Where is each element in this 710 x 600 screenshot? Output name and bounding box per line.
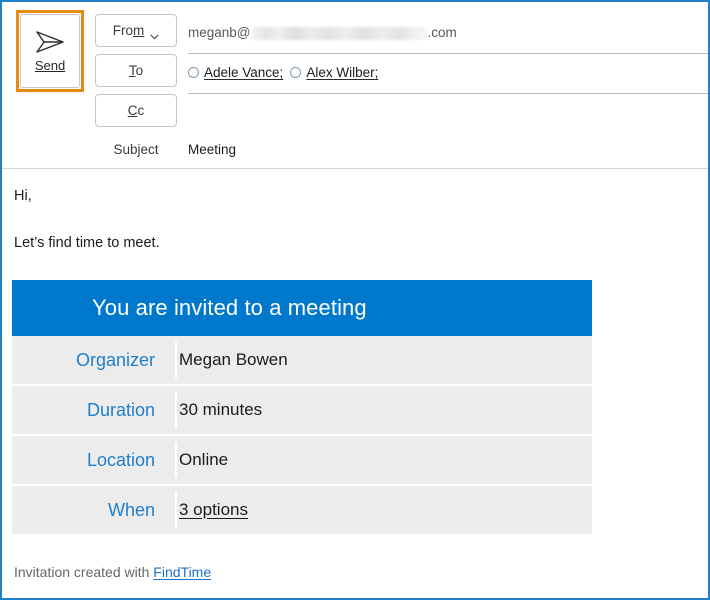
from-field[interactable]: meganb@ .com bbox=[188, 14, 708, 54]
body-intro-text: Let’s find time to meet. bbox=[14, 235, 160, 251]
row-value-organizer: Megan Bowen bbox=[179, 350, 288, 369]
subject-input[interactable]: Meeting bbox=[188, 142, 236, 157]
cc-button[interactable]: Cc bbox=[95, 94, 177, 127]
to-button-label: To bbox=[128, 63, 144, 78]
recipient-chip[interactable]: Adele Vance; bbox=[188, 65, 283, 80]
compose-header: Send From To Cc meganb@ .com Adele Vance… bbox=[2, 2, 708, 168]
send-button[interactable]: Send bbox=[20, 14, 80, 88]
body-greeting: Hi, bbox=[14, 188, 32, 204]
send-button-focus-ring: Send bbox=[16, 10, 84, 92]
to-field[interactable]: Adele Vance; Alex Wilber; bbox=[188, 54, 708, 94]
findtime-link[interactable]: FindTime bbox=[153, 564, 211, 580]
compose-window: Send From To Cc meganb@ .com Adele Vance… bbox=[0, 0, 710, 600]
invitation-details-table: Organizer Megan Bowen Duration 30 minute… bbox=[12, 336, 592, 534]
from-address-suffix: .com bbox=[427, 25, 457, 40]
table-row: Location Online bbox=[12, 436, 592, 486]
column-divider bbox=[175, 342, 177, 378]
recipient-field-buttons: From To Cc bbox=[95, 14, 181, 134]
presence-unknown-icon bbox=[188, 67, 199, 78]
recipient-fields: meganb@ .com Adele Vance; Alex Wilber; bbox=[188, 14, 708, 134]
mail-body[interactable]: Hi, Let’s find time to meet. You are inv… bbox=[2, 169, 708, 598]
to-button[interactable]: To bbox=[95, 54, 177, 87]
column-divider bbox=[175, 392, 177, 428]
redacted-domain bbox=[251, 27, 427, 40]
subject-label: Subject bbox=[113, 142, 159, 157]
row-label-duration: Duration bbox=[86, 399, 155, 420]
row-label-organizer: Organizer bbox=[75, 349, 155, 370]
row-value-duration: 30 minutes bbox=[179, 400, 263, 419]
meeting-invitation-card: You are invited to a meeting Organizer M… bbox=[12, 280, 592, 534]
table-row: Organizer Megan Bowen bbox=[12, 336, 592, 386]
from-address-prefix: meganb@ bbox=[188, 25, 251, 40]
recipient-name: Adele Vance; bbox=[204, 65, 284, 80]
row-label-when: When bbox=[107, 499, 155, 520]
footer-text: Invitation created with bbox=[14, 564, 154, 580]
column-divider bbox=[175, 492, 177, 528]
cc-field[interactable] bbox=[188, 94, 708, 134]
paper-plane-icon bbox=[33, 29, 67, 55]
to-recipients: Adele Vance; Alex Wilber; bbox=[188, 65, 385, 80]
invitation-banner-title: You are invited to a meeting bbox=[12, 280, 592, 336]
table-row: Duration 30 minutes bbox=[12, 386, 592, 436]
table-row: When 3 options bbox=[12, 486, 592, 534]
from-address: meganb@ .com bbox=[188, 25, 457, 40]
from-button-label: From bbox=[112, 23, 145, 38]
column-divider bbox=[175, 442, 177, 478]
from-button[interactable]: From bbox=[95, 14, 177, 47]
chevron-down-icon bbox=[150, 28, 159, 39]
recipient-chip[interactable]: Alex Wilber; bbox=[290, 65, 378, 80]
row-label-location: Location bbox=[86, 449, 155, 470]
presence-unknown-icon bbox=[290, 67, 302, 78]
invitation-footer: Invitation created with FindTime bbox=[14, 564, 211, 580]
recipient-name: Alex Wilber; bbox=[306, 65, 379, 80]
cc-button-label: Cc bbox=[127, 103, 145, 118]
send-button-label: Send bbox=[34, 58, 66, 73]
time-options-link[interactable]: 3 options bbox=[167, 500, 248, 520]
